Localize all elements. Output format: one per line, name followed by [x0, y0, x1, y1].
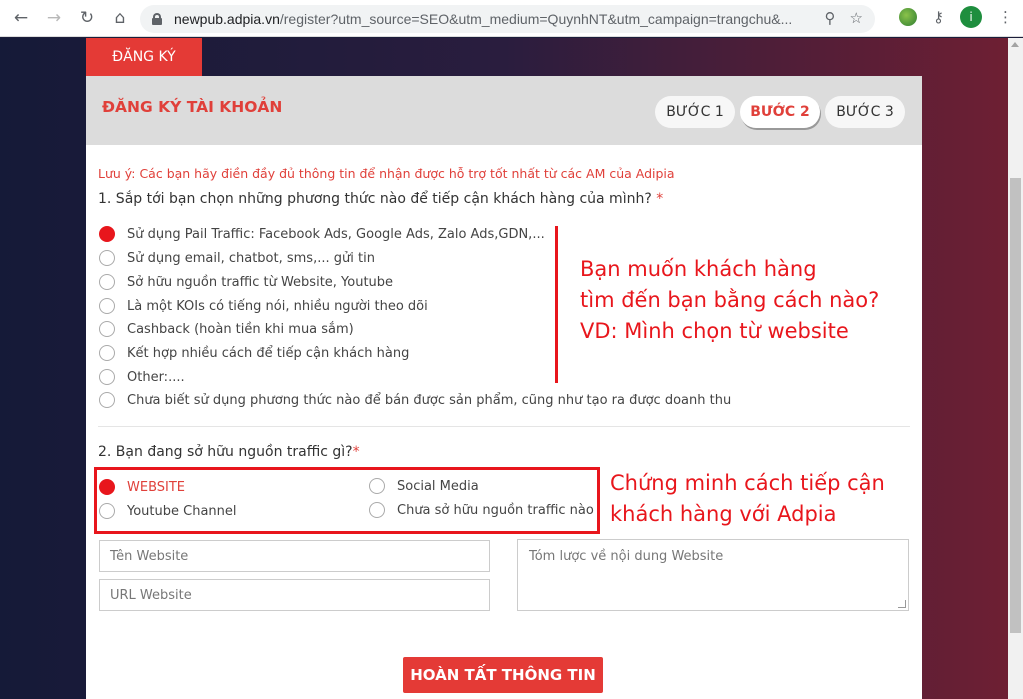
radio-icon[interactable]	[99, 392, 115, 408]
address-bar[interactable]: newpub.adpia.vn/register?utm_source=SEO&…	[140, 5, 875, 33]
register-tab[interactable]: ĐĂNG KÝ	[86, 38, 202, 76]
url-text[interactable]: newpub.adpia.vn/register?utm_source=SEO&…	[174, 11, 814, 27]
website-summary-textarea[interactable]: Tóm lược về nội dung Website	[517, 539, 909, 611]
annotation-line	[555, 226, 558, 383]
bookmark-star-icon[interactable]: ☆	[850, 9, 863, 27]
register-card: ĐĂNG KÝ TÀI KHOẢN BƯỚC 1 BƯỚC 2 BƯỚC 3 L…	[86, 76, 922, 699]
menu-dots-icon[interactable]: ⋮	[998, 8, 1013, 26]
radio-icon[interactable]	[99, 274, 115, 290]
scroll-up-arrow-icon[interactable]	[1011, 42, 1019, 47]
radio-icon[interactable]	[99, 345, 115, 361]
q1-option-2[interactable]: Sử dụng email, chatbot, sms,... gửi tin	[99, 250, 375, 266]
step-2-tab[interactable]: BƯỚC 2	[740, 96, 820, 128]
radio-icon[interactable]	[99, 298, 115, 314]
section-divider	[98, 426, 910, 427]
q1-option-5[interactable]: Cashback (hoàn tiền khi mua sắm)	[99, 321, 354, 337]
q1-option-4[interactable]: Là một KOIs có tiếng nói, nhiều người th…	[99, 298, 428, 314]
extension-globe-icon[interactable]	[899, 8, 917, 26]
website-url-input[interactable]: URL Website	[99, 579, 490, 611]
lock-icon	[152, 13, 162, 25]
q1-option-7[interactable]: Other:....	[99, 369, 185, 385]
browser-toolbar: ← → ↻ ⌂ newpub.adpia.vn/register?utm_sou…	[0, 0, 1023, 37]
annotation-text-2: Chứng minh cách tiếp cận khách hàng với …	[610, 471, 885, 526]
zoom-icon[interactable]: ⚲	[825, 9, 836, 27]
key-icon[interactable]: ⚷	[933, 8, 944, 26]
card-title: ĐĂNG KÝ TÀI KHOẢN	[102, 98, 283, 116]
q1-option-6[interactable]: Kết hợp nhiều cách để tiếp cận khách hàn…	[99, 345, 409, 361]
step-3-tab[interactable]: BƯỚC 3	[825, 96, 905, 128]
annotation-text-1: Bạn muốn khách hàng tìm đến bạn bằng các…	[580, 257, 880, 343]
q1-option-1[interactable]: Sử dụng Pail Traffic: Facebook Ads, Goog…	[99, 226, 545, 242]
q1-option-3[interactable]: Sở hữu nguồn traffic từ Website, Youtube	[99, 274, 393, 290]
radio-checked-icon[interactable]	[99, 226, 115, 242]
question-2: 2. Bạn đang sở hữu nguồn traffic gì?*	[98, 444, 360, 460]
website-name-input[interactable]: Tên Website	[99, 540, 490, 572]
resize-handle-icon[interactable]	[898, 600, 906, 608]
reload-icon[interactable]: ↻	[75, 6, 99, 30]
q1-option-8[interactable]: Chưa biết sử dụng phương thức nào để bán…	[99, 392, 731, 408]
submit-button[interactable]: HOÀN TẤT THÔNG TIN	[403, 657, 603, 693]
annotation-highlight-box	[94, 467, 600, 534]
radio-icon[interactable]	[99, 369, 115, 385]
radio-icon[interactable]	[99, 321, 115, 337]
form-note: Lưu ý: Các bạn hãy điền đầy đủ thông tin…	[98, 166, 675, 181]
forward-arrow-icon[interactable]: →	[42, 6, 66, 30]
home-icon[interactable]: ⌂	[108, 6, 132, 30]
scrollbar-thumb[interactable]	[1010, 178, 1021, 633]
question-1: 1. Sắp tới bạn chọn những phương thức nà…	[98, 191, 664, 207]
radio-icon[interactable]	[99, 250, 115, 266]
back-arrow-icon[interactable]: ←	[9, 6, 33, 30]
profile-avatar[interactable]: i	[960, 6, 982, 28]
card-header: ĐĂNG KÝ TÀI KHOẢN BƯỚC 1 BƯỚC 2 BƯỚC 3	[86, 76, 922, 145]
step-1-tab[interactable]: BƯỚC 1	[655, 96, 735, 128]
